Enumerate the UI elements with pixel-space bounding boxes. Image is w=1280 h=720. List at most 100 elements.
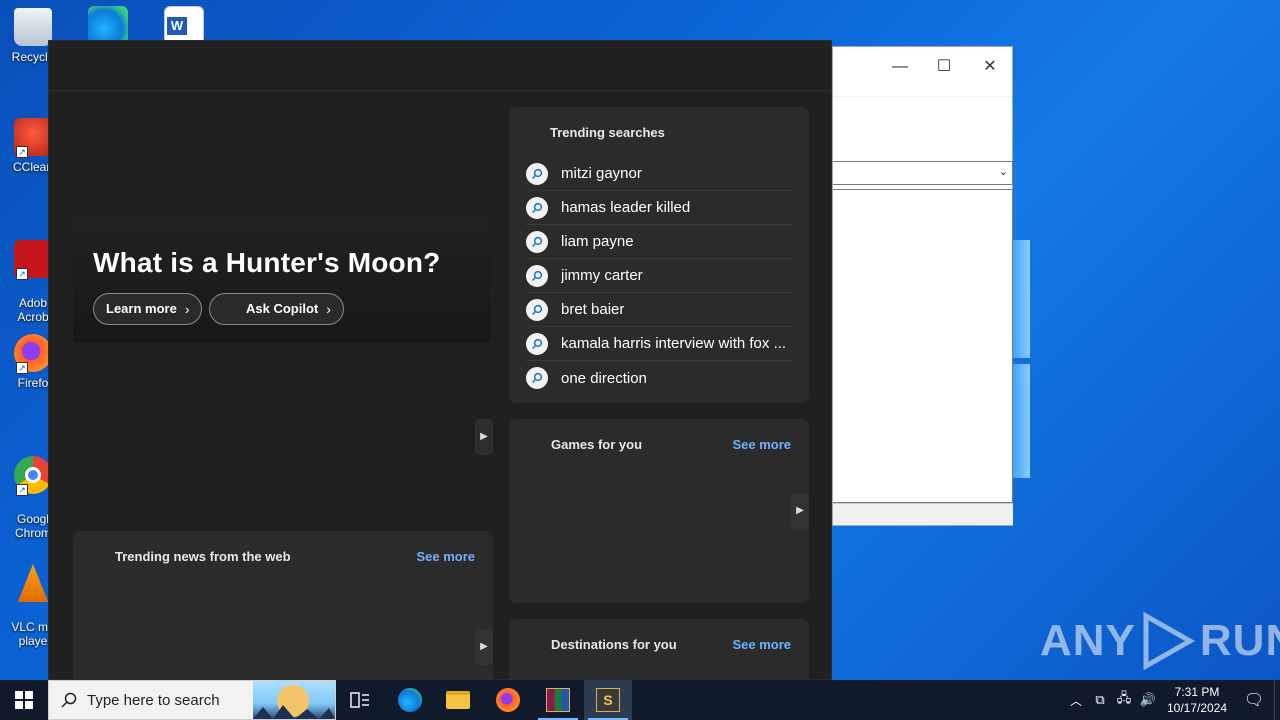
search-icon <box>526 162 548 185</box>
list-item[interactable]: one direction <box>526 361 792 395</box>
trending-searches-card: Trending searches mitzi gaynor hamas lea… <box>509 107 809 403</box>
chevron-right-icon: › <box>326 301 331 317</box>
search-placeholder: Type here to search <box>87 691 220 709</box>
edge-desktop-icon[interactable] <box>88 6 128 44</box>
setup-app-icon: S <box>596 688 620 712</box>
dropdown-combo[interactable]: ⌄ <box>833 161 1013 185</box>
taskbar-setup-app-button[interactable]: S <box>584 680 632 720</box>
folder-icon <box>446 691 470 709</box>
network-icon[interactable]: 🖧 <box>1112 689 1136 711</box>
window-titlebar[interactable]: — ☐ ✕ <box>833 47 1012 97</box>
desktop-icon-label: Adob Acrob <box>17 296 49 324</box>
ask-copilot-button[interactable]: Ask Copilot › <box>209 293 344 325</box>
trending-search-text: hamas leader killed <box>561 199 691 216</box>
anyrun-watermark: ANY RUN <box>1040 612 1280 670</box>
search-icon <box>526 332 548 355</box>
trending-search-text: mitzi gaynor <box>561 165 642 182</box>
windows-wallpaper-logo <box>1012 240 1032 480</box>
firefox-icon <box>496 688 520 712</box>
trending-searches-list: mitzi gaynor hamas leader killed liam pa… <box>526 157 792 395</box>
destinations-for-you-card: Destinations for you See more <box>509 619 809 679</box>
destinations-see-more-link[interactable]: See more <box>732 637 791 652</box>
learn-more-label: Learn more <box>106 301 177 316</box>
show-hidden-icons-chevron-icon[interactable]: ︿ <box>1064 692 1088 709</box>
search-icon <box>526 196 548 219</box>
search-icon <box>526 264 548 287</box>
trending-news-title: Trending news from the web <box>115 549 291 564</box>
trending-searches-title: Trending searches <box>550 125 665 140</box>
chevron-down-icon: ⌄ <box>998 166 1008 178</box>
play-triangle-icon <box>1143 612 1195 670</box>
trending-search-text: kamala harris interview with fox ... <box>561 335 787 352</box>
minimize-icon[interactable]: — <box>885 53 915 81</box>
games-for-you-card: Games for you See more ▶ <box>509 419 809 603</box>
system-tray: ︿ ⧉ 🖧 🔊 7:31 PM 10/17/2024 🗨 <box>1064 680 1280 720</box>
start-button[interactable] <box>0 680 48 720</box>
edge-icon <box>398 688 422 712</box>
vlc-cone-icon <box>17 564 49 602</box>
hero-title: What is a Hunter's Moon? <box>93 247 441 278</box>
list-item[interactable]: bret baier <box>526 293 792 327</box>
chrome-glyph-icon: ↗ <box>14 456 52 496</box>
clock-time: 7:31 PM <box>1174 685 1220 699</box>
taskbar-file-explorer-button[interactable] <box>434 680 482 720</box>
windows-start-icon <box>15 691 33 709</box>
taskbar-edge-button[interactable] <box>386 680 434 720</box>
word-document-icon[interactable]: W <box>164 6 204 44</box>
hero-card[interactable]: What is a Hunter's Moon? Learn more › As… <box>73 217 491 343</box>
search-icon <box>526 298 548 321</box>
destinations-card-title: Destinations for you <box>551 637 677 652</box>
desktop-icon-label: Firefo <box>17 376 49 390</box>
meet-now-icon[interactable]: ⧉ <box>1088 692 1112 708</box>
search-home-panel: What is a Hunter's Moon? Learn more › As… <box>48 40 832 680</box>
clock-date: 10/17/2024 <box>1166 701 1228 715</box>
search-icon <box>61 692 77 708</box>
show-desktop-button[interactable] <box>1274 680 1280 720</box>
list-item[interactable]: jimmy carter <box>526 259 792 293</box>
games-see-more-link[interactable]: See more <box>732 437 791 452</box>
games-card-title: Games for you <box>551 437 643 452</box>
acrobat-glyph-icon: ↗ <box>14 240 52 280</box>
watermark-left-text: ANY <box>1040 616 1136 665</box>
trending-news-card: Trending news from the web See more ▶ <box>73 531 493 679</box>
volume-icon[interactable]: 🔊 <box>1136 692 1160 708</box>
panel-top-bar <box>49 41 831 91</box>
ask-copilot-label: Ask Copilot <box>246 301 319 316</box>
list-item[interactable]: mitzi gaynor <box>526 157 792 191</box>
task-view-icon <box>350 692 369 708</box>
taskbar-winrar-button[interactable] <box>534 680 582 720</box>
taskbar-clock[interactable]: 7:31 PM 10/17/2024 <box>1160 684 1234 716</box>
background-window[interactable]: — ☐ ✕ ⌄ <box>832 46 1013 526</box>
list-item[interactable]: kamala harris interview with fox ... <box>526 327 792 361</box>
taskbar: Type here to search S ︿ ⧉ 🖧 🔊 7:31 PM 10… <box>0 680 1280 720</box>
trending-search-text: liam payne <box>561 233 634 250</box>
close-icon[interactable]: ✕ <box>975 53 1005 81</box>
notifications-icon[interactable]: 🗨 <box>1234 690 1274 710</box>
desktop-icon-label: CClean <box>12 160 54 174</box>
carousel-next-arrow-icon[interactable]: ▶ <box>475 419 493 455</box>
list-item[interactable]: liam payne <box>526 225 792 259</box>
taskbar-search-box[interactable]: Type here to search <box>48 680 336 720</box>
trending-search-text: one direction <box>561 369 647 387</box>
hunters-moon-illustration <box>253 681 335 719</box>
trending-search-text: jimmy carter <box>561 267 643 284</box>
trending-search-text: bret baier <box>561 301 625 318</box>
maximize-icon[interactable]: ☐ <box>929 53 959 81</box>
ccleaner-glyph-icon: ↗ <box>14 118 52 158</box>
list-item[interactable]: hamas leader killed <box>526 191 792 225</box>
search-icon <box>526 230 548 253</box>
chevron-right-icon: › <box>184 301 190 317</box>
learn-more-button[interactable]: Learn more › <box>93 293 203 325</box>
task-view-button[interactable] <box>336 680 384 720</box>
desktop-icon-label: Googl Chrom <box>14 512 51 540</box>
status-bar <box>833 503 1013 525</box>
news-next-arrow-icon[interactable]: ▶ <box>475 629 493 665</box>
taskbar-firefox-button[interactable] <box>484 680 532 720</box>
winrar-icon <box>546 688 570 712</box>
search-icon <box>526 367 548 389</box>
content-pane <box>833 189 1013 503</box>
watermark-right-text: RUN <box>1199 616 1280 665</box>
recycle-bin-glyph-icon <box>14 8 52 46</box>
games-next-arrow-icon[interactable]: ▶ <box>791 493 809 529</box>
trending-news-see-more-link[interactable]: See more <box>416 549 475 564</box>
